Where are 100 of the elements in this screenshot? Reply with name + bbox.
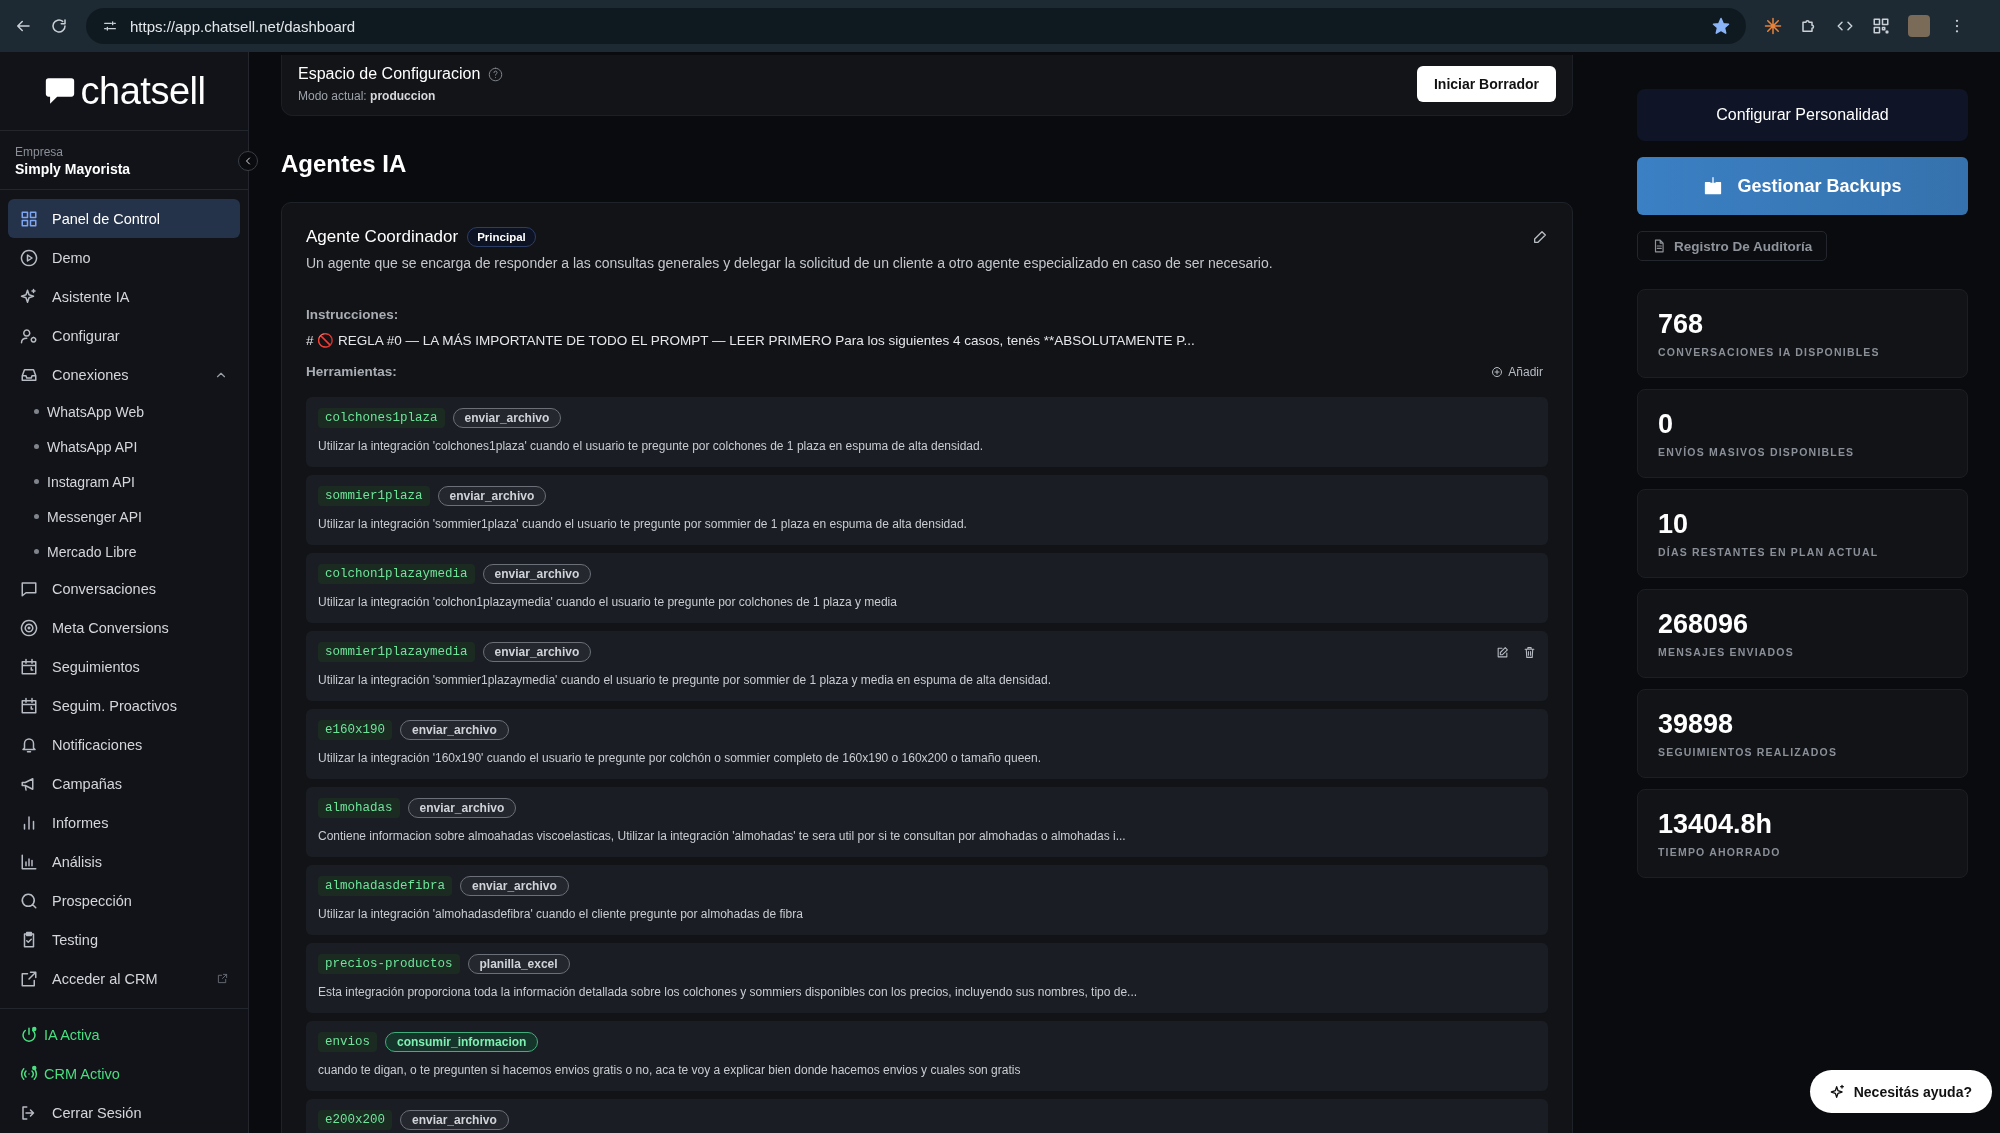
nav-item[interactable]: Panel de Control — [8, 199, 240, 238]
stat-label: TIEMPO AHORRADO — [1658, 846, 1782, 858]
nav-subitem[interactable]: WhatsApp API — [8, 429, 240, 464]
current-mode-text: Modo actual: produccion — [298, 89, 437, 103]
nav-item[interactable]: Seguimientos — [8, 647, 240, 686]
column-chart-icon — [20, 852, 38, 871]
collapse-sidebar-button[interactable] — [238, 151, 258, 171]
stat-value: 768 — [1658, 309, 1705, 340]
nav-subitem[interactable]: Instagram API — [8, 464, 240, 499]
nav-subitem[interactable]: WhatsApp Web — [8, 394, 240, 429]
nav-item[interactable]: Conversaciones — [8, 569, 240, 608]
nav-item[interactable]: Meta Conversions — [8, 608, 240, 647]
nav-item[interactable]: Acceder al CRM — [8, 959, 240, 998]
tool-description: Utilizar la integración 'colchon1plazaymedia' cuando el usuario te pregunte por colchones de 1 plaza y media — [318, 595, 898, 609]
tool-card[interactable]: almohadasdefibra enviar_archivo Utilizar la integración 'almohadasdefibra' cuando el cliente pregunte por almohadas de fibra — [306, 865, 1548, 935]
help-chat-button[interactable]: Necesitás ayuda? — [1809, 1070, 1992, 1113]
tool-card[interactable]: precios-productos planilla_excel Esta integración proporciona toda la información detallada sobre los colchones y sommiers disponibles con los precios, incluyendo sus nombres, tipo de... — [306, 943, 1548, 1013]
edit-icon[interactable] — [1496, 645, 1509, 659]
nav-item[interactable]: Seguim. Proactivos — [8, 686, 240, 725]
tool-description: Esta integración proporciona toda la información detallada sobre los colchones y sommiers disponibles con los precios, incluyendo sus nombres, tipo de... — [318, 985, 1139, 999]
stat-value: 268096 — [1658, 609, 1750, 640]
address-bar[interactable]: https://app.chatsell.net/dashboard — [86, 8, 1746, 44]
status-toggle[interactable]: CRM Activo — [8, 1054, 240, 1093]
tool-name: envios — [318, 1032, 377, 1052]
site-settings-icon[interactable] — [102, 18, 118, 34]
logo-text: chatsell — [80, 69, 206, 113]
company-label: Empresa — [15, 145, 65, 159]
tool-name: sommier1plazaymedia — [318, 642, 475, 662]
tool-description: Utilizar la integración '160x190' cuando el usuario te pregunte por colchón o sommier completo de 160x190 o 160x200 o tamaño queen. — [318, 751, 1043, 765]
tool-card[interactable]: sommier1plaza enviar_archivo Utilizar la integración 'sommier1plaza' cuando el usuario te pregunte por sommier de 1 plaza en espuma de alta densidad. — [306, 475, 1548, 545]
status-toggle[interactable]: IA Activa — [8, 1015, 240, 1054]
chat-icon — [20, 579, 38, 598]
tool-type-tag: enviar_archivo — [482, 564, 592, 584]
stat-value: 0 — [1658, 409, 1675, 440]
nav-subitem[interactable]: Messenger API — [8, 499, 240, 534]
tool-name: e200x200 — [318, 1110, 392, 1130]
stat-value: 10 — [1658, 509, 1690, 540]
tool-card[interactable]: e200x200 enviar_archivo — [306, 1099, 1548, 1133]
nav-item[interactable]: Conexiones — [8, 355, 240, 394]
tool-type-tag: consumir_informacion — [385, 1032, 539, 1052]
tool-description: Contiene informacion sobre almoahadas viscoelasticas, Utilizar la integración 'almohadas' te sera util por si te consultan por almohadas o almohadas i... — [318, 829, 1127, 843]
edit-pencil-icon[interactable] — [1532, 229, 1548, 245]
qr-icon[interactable] — [1872, 17, 1890, 35]
tool-type-tag: enviar_archivo — [400, 1110, 509, 1130]
nav-item[interactable]: Notificaciones — [8, 725, 240, 764]
extension-icon[interactable] — [1764, 17, 1782, 35]
tool-description: Utilizar la integración 'sommier1plazaymedia' cuando el usuario te pregunte por sommier de 1 plaza y media en espuma de alta densidad. — [318, 673, 1052, 687]
nav-item[interactable]: Prospección — [8, 881, 240, 920]
tools-label: Herramientas: — [306, 364, 397, 379]
tool-type-tag: planilla_excel — [467, 954, 570, 974]
calendar-clock-icon — [20, 696, 38, 715]
company-name: Simply Mayorista — [15, 161, 132, 177]
logout-button[interactable]: Cerrar Sesión — [8, 1093, 240, 1132]
nav-item[interactable]: Configurar — [8, 316, 240, 355]
nav-item[interactable]: Análisis — [8, 842, 240, 881]
nav-item[interactable]: Asistente IA — [8, 277, 240, 316]
agent-name: Agente Coordinador — [306, 227, 459, 247]
nav-item[interactable]: Informes — [8, 803, 240, 842]
principal-badge: Principal — [467, 227, 536, 247]
manage-backups-button[interactable]: Gestionar Backups — [1637, 157, 1968, 215]
sparkle-icon — [20, 287, 38, 306]
reload-icon[interactable] — [50, 17, 68, 35]
calendar-clock-icon — [20, 657, 38, 676]
tool-type-tag: enviar_archivo — [452, 408, 562, 428]
nav-subitem[interactable]: Mercado Libre — [8, 534, 240, 569]
tool-card[interactable]: almohadas enviar_archivo Contiene informacion sobre almoahadas viscoelasticas, Utilizar la integración 'almohadas' te sera util por si te consultan por almohadas o almohadas i... — [306, 787, 1548, 857]
broadcast-icon — [20, 1064, 38, 1083]
external-link-icon — [20, 969, 38, 988]
delete-icon[interactable] — [1523, 645, 1536, 659]
nav-item[interactable]: Testing — [8, 920, 240, 959]
tool-card[interactable]: colchon1plazaymedia enviar_archivo Utilizar la integración 'colchon1plazaymedia' cuando el usuario te pregunte por colchones de 1 plaza y media — [306, 553, 1548, 623]
tool-name: colchones1plaza — [318, 408, 445, 428]
nav-item[interactable]: Demo — [8, 238, 240, 277]
tool-card[interactable]: e160x190 enviar_archivo Utilizar la integración '160x190' cuando el usuario te pregunte por colchón o sommier completo de 160x190 o 160x200 o tamaño queen. — [306, 709, 1548, 779]
bell-icon — [20, 735, 38, 754]
sparkle-icon — [1829, 1083, 1846, 1100]
tool-description: Utilizar la integración 'almohadasdefibra' cuando el cliente pregunte por almohadas de fibra — [318, 907, 804, 921]
tool-name: almohadasdefibra — [318, 876, 453, 896]
add-tool-button[interactable]: Añadir — [1491, 364, 1548, 379]
configure-personality-button[interactable]: Configurar Personalidad — [1637, 89, 1968, 141]
tool-name: almohadas — [318, 798, 400, 818]
tool-type-tag: enviar_archivo — [482, 642, 592, 662]
star-icon[interactable] — [1712, 17, 1730, 35]
tool-card[interactable]: colchones1plaza enviar_archivo Utilizar la integración 'colchones1plaza' cuando el usuario te pregunte por colchones de 1 plaza en espuma de alta densidad. — [306, 397, 1548, 467]
help-icon[interactable] — [488, 66, 504, 82]
stat-label: CONVERSACIONES IA DISPONIBLES — [1658, 346, 1881, 358]
nav-item[interactable]: Campañas — [8, 764, 240, 803]
user-gear-icon — [20, 326, 38, 345]
tool-type-tag: enviar_archivo — [400, 720, 509, 740]
stat-value: 39898 — [1658, 709, 1735, 740]
url-text: https://app.chatsell.net/dashboard — [130, 17, 356, 35]
page-heading: Agentes IA — [281, 150, 408, 178]
tool-card[interactable]: envios consumir_informacion cuando te digan, o te pregunten si hacemos envios gratis o no, aca te voy a explicar bien donde hacemos envios y cuales son gratis — [306, 1021, 1548, 1091]
document-icon — [1652, 239, 1666, 253]
tool-name: precios-productos — [318, 954, 460, 974]
target-icon — [20, 618, 38, 637]
start-draft-button[interactable]: Iniciar Borrador — [1416, 66, 1556, 102]
audit-log-button[interactable]: Registro De Auditoría — [1637, 231, 1828, 261]
tool-card[interactable]: sommier1plazaymedia enviar_archivo Utilizar la integración 'sommier1plazaymedia' cuando el usuario te pregunte por sommier de 1 plaza y media en espuma de alta densidad. — [306, 631, 1548, 701]
tool-description: Utilizar la integración 'colchones1plaza' cuando el usuario te pregunte por colchones de 1 plaza en espuma de alta densidad. — [318, 439, 984, 453]
